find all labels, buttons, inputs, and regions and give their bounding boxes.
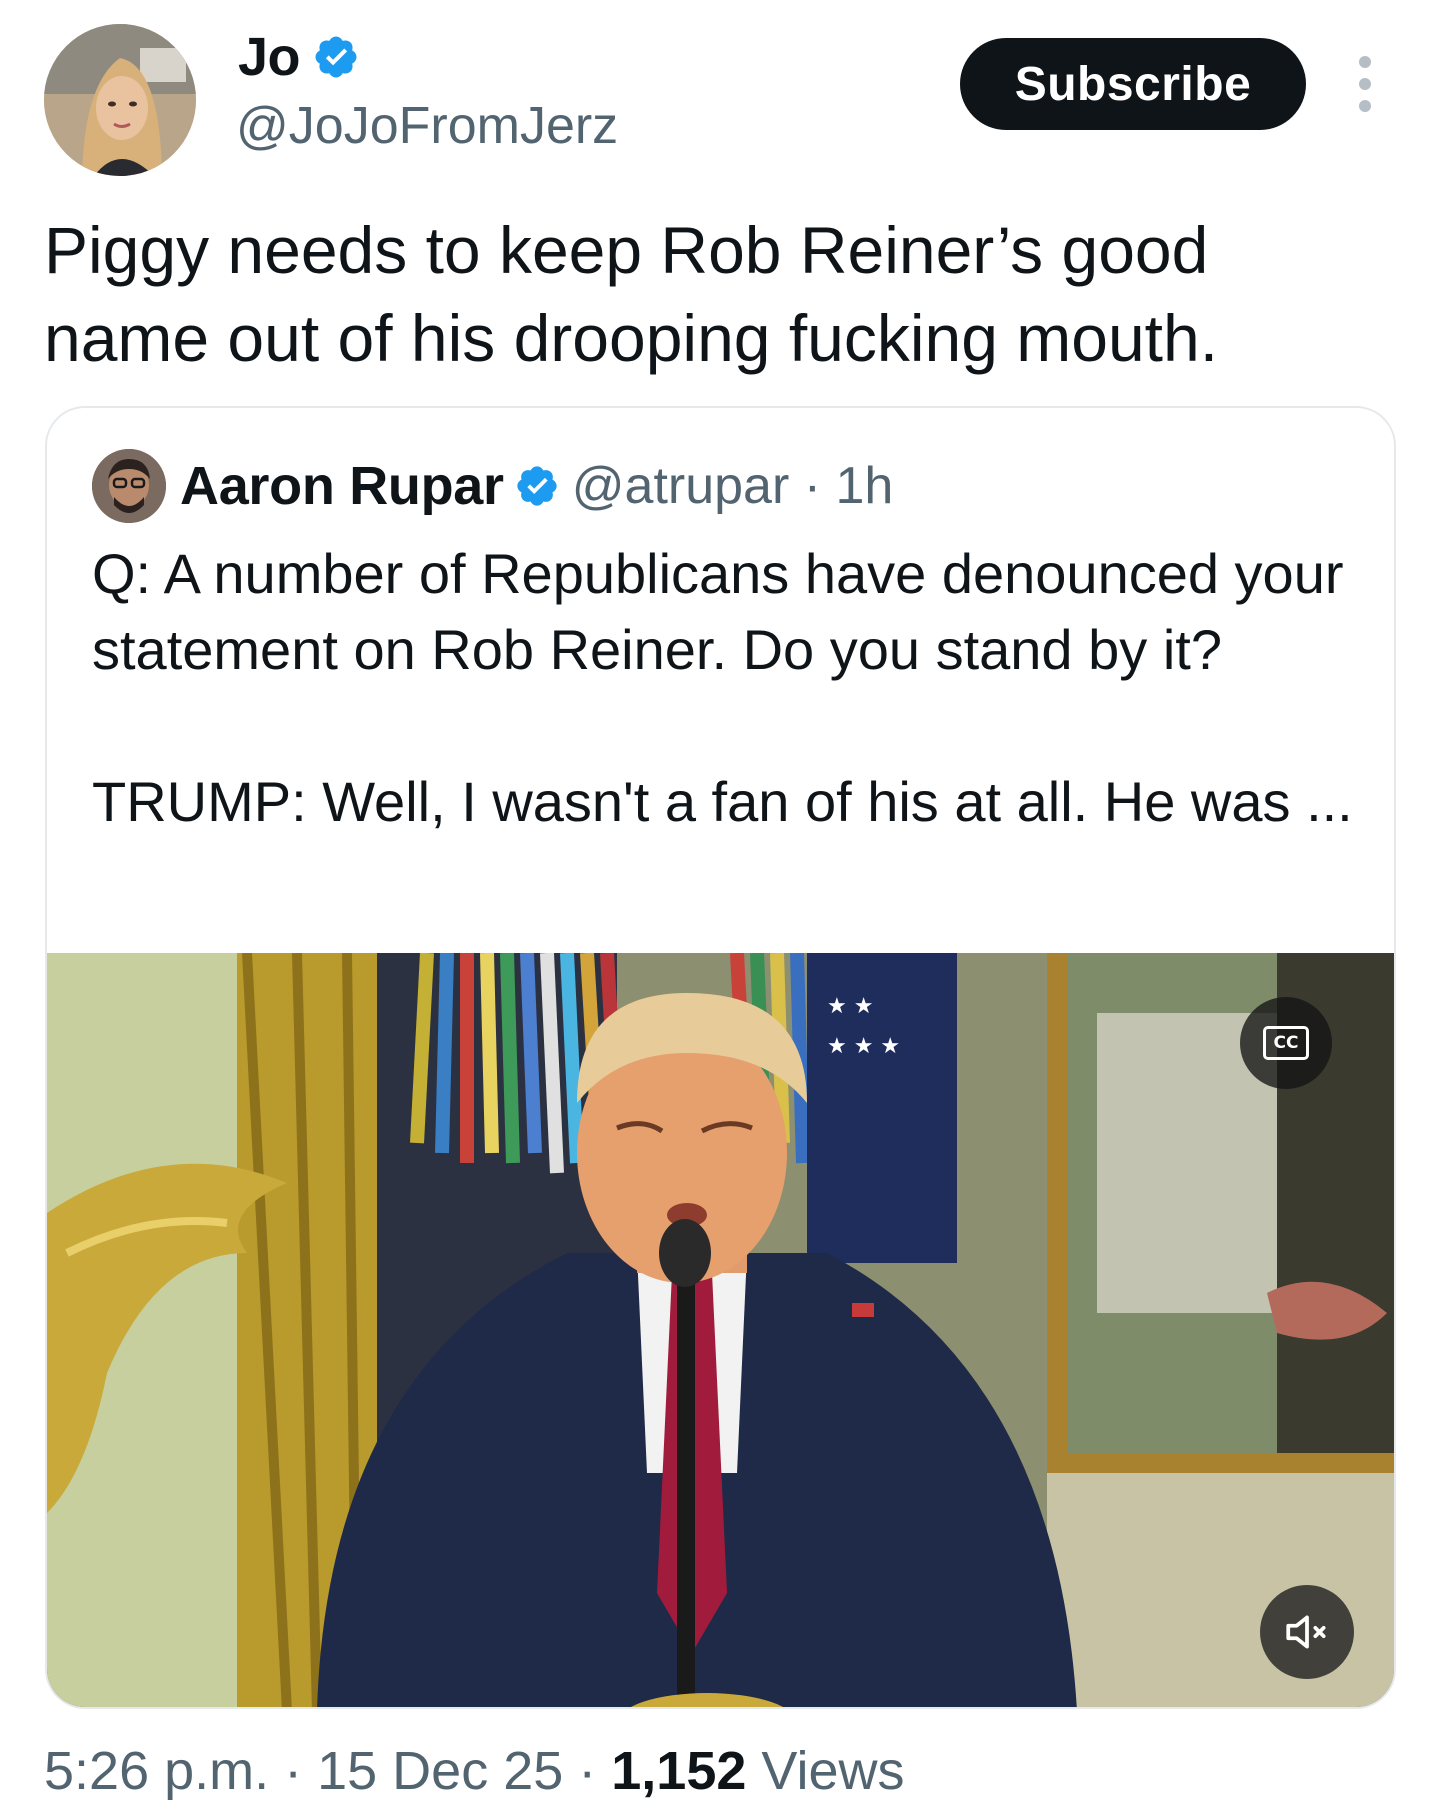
quoted-author-avatar[interactable] [92,449,166,523]
verified-badge-icon [315,36,357,78]
author-handle[interactable]: @JoJoFromJerz [236,96,618,156]
tweet-text: Piggy needs to keep Rob Reiner’s good na… [44,213,1219,375]
mute-toggle-button[interactable] [1260,1585,1354,1679]
views-label: Views [746,1741,905,1801]
author-avatar[interactable] [44,24,196,176]
quoted-tweet-text: Q: A number of Republicans have denounce… [92,542,1353,833]
quoted-tweet-header: Aaron Rupar @atrupar · 1h [92,446,893,526]
video-frame-image: ★ ★ ★ ★ ★ [47,953,1394,1707]
author-name[interactable]: Jo [238,26,301,88]
speaker-muted-icon [1286,1615,1326,1649]
svg-text:★ ★: ★ ★ [827,994,873,1019]
more-dot [1359,100,1371,112]
svg-text:★ ★ ★: ★ ★ ★ [827,1034,900,1059]
quoted-author-avatar-image [92,449,166,523]
quoted-tweet-card[interactable]: Aaron Rupar @atrupar · 1h Q: A number of… [45,406,1396,1709]
author-name-row[interactable]: Jo [238,26,360,88]
subscribe-button[interactable]: Subscribe [960,38,1306,130]
quoted-author-name[interactable]: Aaron Rupar [180,455,504,517]
quoted-author-handle-time[interactable]: @atrupar · 1h [572,456,894,516]
views-count: 1,152 [611,1741,747,1801]
closed-captions-icon: CC [1263,1026,1309,1060]
more-options-icon[interactable] [1354,56,1376,112]
closed-captions-button[interactable]: CC [1240,997,1332,1089]
more-dot [1359,56,1371,68]
tweet-timestamp[interactable]: 5:26 p.m. · 15 Dec 25 · [44,1741,611,1801]
author-avatar-image [44,24,196,176]
tweet-meta: 5:26 p.m. · 15 Dec 25 · 1,152 Views [44,1740,904,1802]
more-dot [1359,78,1371,90]
quoted-video-player[interactable]: ★ ★ ★ ★ ★ CC [47,953,1394,1707]
verified-badge-icon [517,466,557,506]
